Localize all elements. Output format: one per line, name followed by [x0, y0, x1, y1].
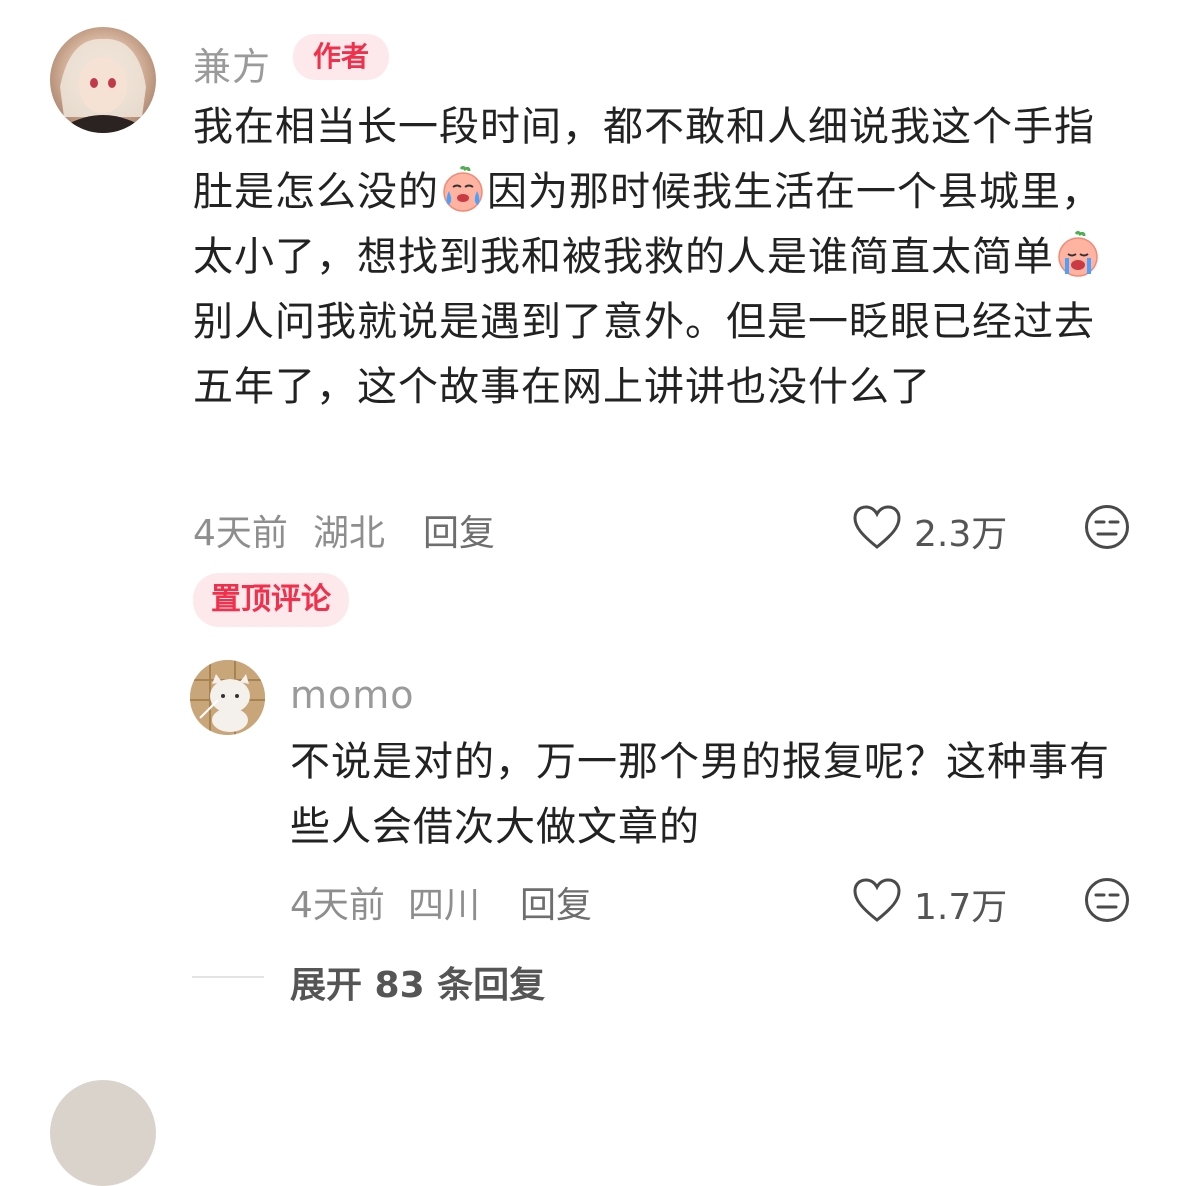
pinned-comment-tag: 置顶评论: [193, 573, 349, 627]
heart-outline-icon: [853, 878, 901, 922]
avatar-image: [190, 660, 265, 735]
meh-face-icon[interactable]: [1084, 504, 1130, 550]
avatar-image: [60, 38, 146, 133]
comment-like-button[interactable]: 2.3万: [852, 503, 1022, 555]
comment-like-count: 2.3万: [914, 514, 1008, 555]
reply-text: 不说是对的，万一那个男的报复呢？这种事有些人会借次大做文章的: [290, 739, 1110, 850]
comment-location: 湖北: [313, 513, 386, 554]
reply-like-button[interactable]: 1.7万: [852, 876, 1022, 928]
reply-reply-button[interactable]: 回复: [520, 876, 592, 928]
comment-text-part3: 别人问我就说是遇到了意外。但是一眨眼已经过去五年了，这个故事在网上讲讲也没什么了: [193, 299, 1095, 410]
reply-location: 四川: [408, 885, 481, 926]
reply-time: 4天前: [290, 885, 385, 926]
expand-divider: [192, 976, 264, 978]
reply-avatar[interactable]: [190, 660, 265, 735]
heart-outline-icon: [853, 505, 901, 549]
comment-avatar[interactable]: [50, 27, 156, 133]
meh-face-icon[interactable]: [1084, 877, 1130, 923]
comment-text: 我在相当长一段时间，都不敢和人细说我这个手指肚是怎么没的 因为那时候我生活在一个县…: [193, 95, 1123, 420]
reply-like-count: 1.7万: [914, 887, 1008, 928]
next-comment-avatar[interactable]: [50, 1080, 156, 1186]
crying-face-emoji-icon-2: [1054, 230, 1102, 278]
author-tag: 作者: [293, 34, 390, 80]
crying-face-emoji-icon: [439, 165, 487, 213]
comment-author-name[interactable]: 兼方: [193, 36, 271, 91]
comment-reply-button[interactable]: 回复: [423, 504, 495, 556]
expand-replies-button[interactable]: 展开 83 条回复: [290, 956, 545, 1008]
comment-time: 4天前: [193, 513, 288, 554]
reply-author-name[interactable]: momo: [290, 673, 415, 717]
